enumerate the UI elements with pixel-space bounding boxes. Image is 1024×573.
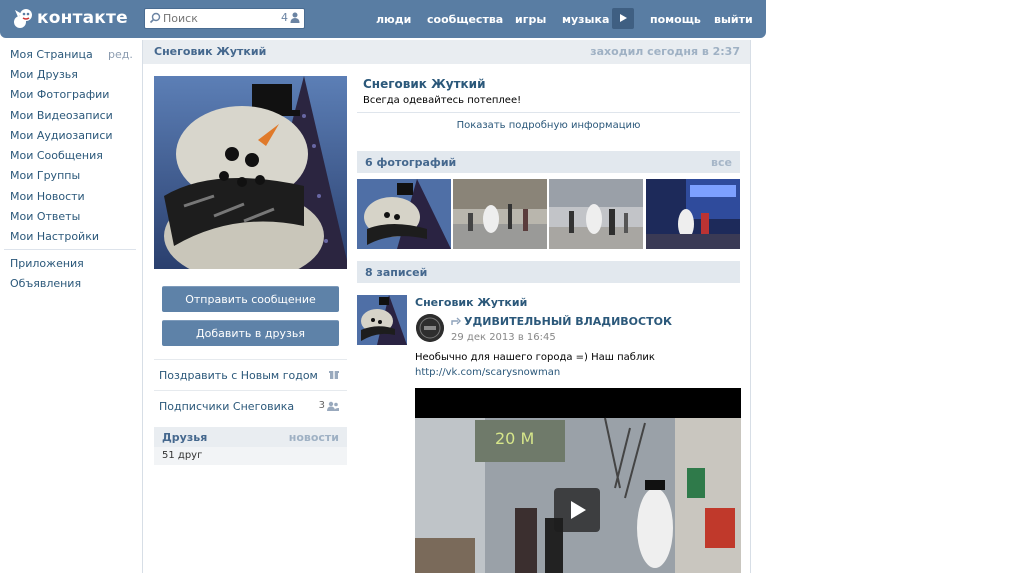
sidebar-item-apps[interactable]: Приложения <box>10 257 84 270</box>
repost-group-avatar[interactable] <box>416 314 444 342</box>
title-bar-name: Снеговик Жуткий <box>154 45 267 58</box>
photo-thumb[interactable] <box>453 179 547 249</box>
nav-logout-link[interactable]: выйти <box>714 13 753 26</box>
search-icon <box>149 12 161 24</box>
nav-communities-link[interactable]: сообщества <box>427 13 503 26</box>
profile-name: Снеговик Жуткий <box>363 77 486 91</box>
snowman-photo <box>154 76 347 269</box>
sidebar-edit-link[interactable]: ред. <box>108 48 133 61</box>
sidebar-item-answers[interactable]: Мои Ответы <box>10 210 80 223</box>
sidebar-item-photos[interactable]: Мои Фотографии <box>10 88 109 101</box>
subscribers-label: Подписчики Снеговика <box>159 400 295 413</box>
nav-help[interactable]: помощь <box>650 0 701 38</box>
logo[interactable]: контакте <box>12 5 128 31</box>
nav-music-link[interactable]: музыка <box>562 13 609 26</box>
svg-text:20 M: 20 M <box>495 429 534 448</box>
post-video[interactable]: 20 M <box>415 388 741 573</box>
sidebar-divider <box>4 249 136 250</box>
congratulate-label: Поздравить с Новым годом <box>159 369 318 382</box>
repost-source-name: УДИВИТЕЛЬНЫЙ ВЛАДИВОСТОК <box>464 315 672 328</box>
user-icon <box>290 12 300 23</box>
online-status: заходил сегодня в 2:37 <box>590 45 740 58</box>
send-message-button[interactable]: Отправить сообщение <box>162 286 339 312</box>
post-link[interactable]: http://vk.com/scarysnowman <box>415 367 560 378</box>
video-frame: 20 M <box>415 388 741 573</box>
photos-all-link[interactable]: все <box>711 156 732 169</box>
nav-logout[interactable]: выйти <box>714 0 753 38</box>
post-date[interactable]: 29 дек 2013 в 16:45 <box>451 332 556 343</box>
sidebar-item-friends[interactable]: Мои Друзья <box>10 68 78 81</box>
photos-title: 6 фотографий <box>365 156 457 169</box>
subscribers-row[interactable]: Подписчики Снеговика 3 <box>154 390 347 420</box>
wall-header[interactable]: 8 записей <box>357 261 740 283</box>
show-info-link[interactable]: Показать подробную информацию <box>357 112 740 138</box>
sidebar-item-audio[interactable]: Мои Аудиозаписи <box>10 129 113 142</box>
music-play-icon[interactable] <box>612 8 634 29</box>
nav-communities[interactable]: сообщества <box>427 0 503 38</box>
add-friend-button[interactable]: Добавить в друзья <box>162 320 339 346</box>
post-author-name[interactable]: Снеговик Жуткий <box>415 296 527 309</box>
profile-status: Всегда одевайтесь потеплее! <box>363 95 522 106</box>
friends-news-link[interactable]: новости <box>289 431 339 444</box>
post-author-avatar[interactable] <box>357 295 407 345</box>
friends-count-row[interactable]: 51 друг <box>154 447 347 465</box>
photo-thumb[interactable] <box>646 179 740 249</box>
photos-header[interactable]: 6 фотографий все <box>357 151 740 173</box>
sidebar-item-messages[interactable]: Мои Сообщения <box>10 149 103 162</box>
sidebar-item-groups[interactable]: Мои Группы <box>10 169 80 182</box>
repost-arrow-icon <box>451 317 461 325</box>
gift-icon <box>329 369 339 379</box>
sidebar-item-ads[interactable]: Объявления <box>10 277 81 290</box>
friends-title: Друзья <box>162 431 208 444</box>
repost-source[interactable]: УДИВИТЕЛЬНЫЙ ВЛАДИВОСТОК <box>451 315 672 328</box>
photo-thumb[interactable] <box>357 179 451 249</box>
search-counter: 4 <box>281 11 300 24</box>
search-box[interactable]: 4 <box>144 8 305 29</box>
subscribers-count: 3 <box>318 400 325 411</box>
sidebar-item-settings[interactable]: Мои Настройки <box>10 230 99 243</box>
friends-header[interactable]: Друзья новости <box>154 427 347 447</box>
friends-count: 51 друг <box>162 450 203 461</box>
sidebar-item-news[interactable]: Мои Новости <box>10 190 85 203</box>
post-text: Необычно для нашего города =) Наш паблик <box>415 352 655 363</box>
nav-games-link[interactable]: игры <box>515 13 546 26</box>
photo-thumb[interactable] <box>549 179 643 249</box>
users-icon <box>327 401 339 411</box>
top-header: контакте 4 люди сообщества игры музыка п… <box>0 0 766 38</box>
nav-games[interactable]: игры <box>515 0 546 38</box>
subscribers-counter: 3 <box>319 400 339 411</box>
search-count: 4 <box>281 11 288 24</box>
nav-music[interactable]: музыка <box>562 0 609 38</box>
nav-people[interactable]: люди <box>376 0 411 38</box>
logo-mark-icon <box>12 6 34 30</box>
nav-people-link[interactable]: люди <box>376 13 411 26</box>
sidebar-item-my-page[interactable]: Моя Страница <box>10 48 93 61</box>
profile-title-bar: Снеговик Жуткий заходил сегодня в 2:37 <box>143 40 750 64</box>
nav-help-link[interactable]: помощь <box>650 13 701 26</box>
sidebar-item-videos[interactable]: Мои Видеозаписи <box>10 109 113 122</box>
profile-page: Снеговик Жуткий заходил сегодня в 2:37 О… <box>142 40 751 573</box>
video-play-icon[interactable] <box>554 488 600 532</box>
logo-text: контакте <box>37 8 128 28</box>
congratulate-row[interactable]: Поздравить с Новым годом <box>154 359 347 389</box>
wall-title: 8 записей <box>365 266 428 279</box>
search-input[interactable] <box>163 11 273 26</box>
profile-avatar[interactable] <box>154 76 347 269</box>
